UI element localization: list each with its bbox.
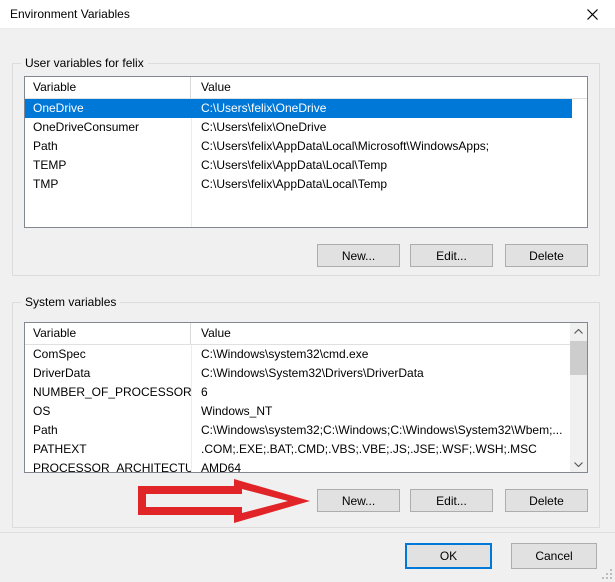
cell-variable: Path [25, 137, 191, 156]
cell-variable: TEMP [25, 156, 191, 175]
cell-value: C:\Windows\system32\cmd.exe [191, 345, 572, 364]
cell-variable: TMP [25, 175, 191, 194]
cell-variable: PATHEXT [25, 440, 191, 459]
column-header-variable[interactable]: Variable [25, 323, 191, 344]
user-variables-table[interactable]: Variable Value OneDriveC:\Users\felix\On… [24, 76, 588, 228]
user-new-button[interactable]: New... [317, 244, 400, 267]
chevron-up-icon [574, 329, 583, 334]
cell-value: C:\Users\felix\OneDrive [191, 99, 572, 118]
system-variables-group-label: System variables [21, 295, 120, 309]
cell-value: C:\Windows\System32\Drivers\DriverData [191, 364, 572, 383]
table-row[interactable]: OneDriveC:\Users\felix\OneDrive [25, 99, 572, 118]
vertical-scrollbar[interactable] [570, 323, 587, 472]
cell-variable: OneDriveConsumer [25, 118, 191, 137]
environment-variables-dialog: Environment Variables User variables for… [0, 0, 615, 582]
cell-variable: PROCESSOR_ARCHITECTURE [25, 459, 191, 473]
cell-value: C:\Users\felix\OneDrive [191, 118, 587, 137]
cell-variable: Path [25, 421, 191, 440]
cell-value: C:\Users\felix\AppData\Local\Microsoft\W… [191, 137, 587, 156]
system-table-header: Variable Value [25, 323, 572, 345]
user-table-header: Variable Value [25, 77, 587, 99]
cancel-button[interactable]: Cancel [511, 543, 597, 569]
cell-value: C:\Windows\system32;C:\Windows;C:\Window… [191, 421, 572, 440]
table-row[interactable]: DriverDataC:\Windows\System32\Drivers\Dr… [25, 364, 572, 383]
cell-variable: OneDrive [25, 99, 191, 118]
cell-value: AMD64 [191, 459, 572, 473]
user-variables-rows: OneDriveC:\Users\felix\OneDriveOneDriveC… [25, 99, 587, 194]
close-button[interactable] [577, 3, 607, 25]
cell-value: .COM;.EXE;.BAT;.CMD;.VBS;.VBE;.JS;.JSE;.… [191, 440, 572, 459]
chevron-down-icon [574, 462, 583, 467]
system-variables-table[interactable]: Variable Value ComSpecC:\Windows\system3… [24, 322, 588, 473]
table-row[interactable]: NUMBER_OF_PROCESSORS6 [25, 383, 572, 402]
scrollbar-thumb[interactable] [570, 341, 587, 375]
footer-divider [0, 532, 615, 533]
cell-value: C:\Users\felix\AppData\Local\Temp [191, 175, 587, 194]
cell-value: C:\Users\felix\AppData\Local\Temp [191, 156, 587, 175]
user-edit-button[interactable]: Edit... [410, 244, 493, 267]
system-edit-button[interactable]: Edit... [410, 489, 493, 512]
column-header-value[interactable]: Value [191, 323, 572, 344]
column-header-value[interactable]: Value [191, 77, 587, 98]
user-delete-button[interactable]: Delete [505, 244, 588, 267]
cell-value: 6 [191, 383, 572, 402]
table-row[interactable]: PathC:\Windows\system32;C:\Windows;C:\Wi… [25, 421, 572, 440]
system-variables-rows: ComSpecC:\Windows\system32\cmd.exeDriver… [25, 345, 572, 473]
table-row[interactable]: PATHEXT.COM;.EXE;.BAT;.CMD;.VBS;.VBE;.JS… [25, 440, 572, 459]
cell-variable: ComSpec [25, 345, 191, 364]
system-delete-button[interactable]: Delete [505, 489, 588, 512]
cell-value: Windows_NT [191, 402, 572, 421]
system-new-button[interactable]: New... [317, 489, 400, 512]
scroll-down-button[interactable] [570, 456, 587, 472]
scroll-up-button[interactable] [570, 323, 587, 339]
table-row[interactable]: PathC:\Users\felix\AppData\Local\Microso… [25, 137, 587, 156]
titlebar: Environment Variables [0, 0, 615, 29]
cell-variable: DriverData [25, 364, 191, 383]
close-icon [586, 8, 599, 21]
table-row[interactable]: OSWindows_NT [25, 402, 572, 421]
column-header-variable[interactable]: Variable [25, 77, 191, 98]
window-title: Environment Variables [10, 0, 130, 28]
cell-variable: NUMBER_OF_PROCESSORS [25, 383, 191, 402]
table-row[interactable]: TMPC:\Users\felix\AppData\Local\Temp [25, 175, 587, 194]
ok-button[interactable]: OK [405, 543, 492, 569]
table-row[interactable]: PROCESSOR_ARCHITECTUREAMD64 [25, 459, 572, 473]
table-row[interactable]: TEMPC:\Users\felix\AppData\Local\Temp [25, 156, 587, 175]
cell-variable: OS [25, 402, 191, 421]
user-variables-group-label: User variables for felix [21, 56, 148, 70]
table-row[interactable]: OneDriveConsumerC:\Users\felix\OneDrive [25, 118, 587, 137]
table-row[interactable]: ComSpecC:\Windows\system32\cmd.exe [25, 345, 572, 364]
resize-grip-icon[interactable] [601, 568, 613, 580]
